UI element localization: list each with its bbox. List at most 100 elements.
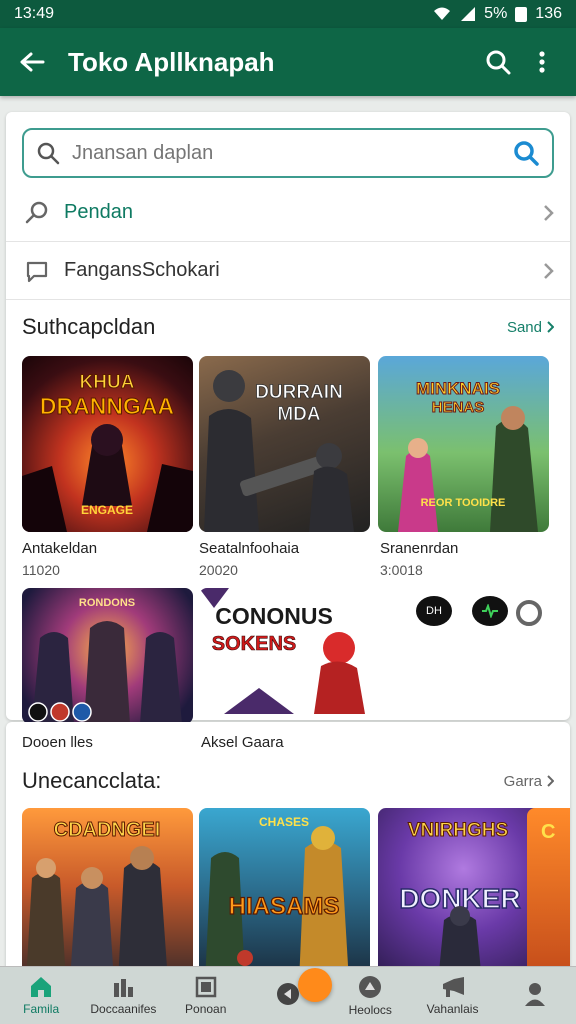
see-more-link[interactable]: Garra: [504, 773, 554, 790]
tile-subtext: 20020: [199, 562, 238, 578]
app-tile[interactable]: KHUA DRANNGAA ENGAGE: [22, 356, 193, 532]
list-row-fangans[interactable]: FangansSchokari: [6, 242, 570, 300]
art-title-line1: MINKNAIS: [416, 379, 500, 398]
tile-name: Dooen lles: [22, 734, 93, 751]
art-title-line2: DRANNGAA: [40, 393, 174, 419]
see-more-label: Sand: [506, 318, 542, 336]
back-button[interactable]: [12, 42, 52, 82]
art-title-line2: MDA: [277, 404, 321, 425]
app-tile[interactable]: CDADNGEI: [22, 808, 193, 982]
game-art: CONONUS SOKENS: [199, 588, 365, 714]
nav-item-heolocs[interactable]: Heolocs: [329, 967, 411, 1024]
tile-name: Antakeldan: [22, 540, 98, 557]
search-icon: [486, 50, 511, 75]
tile-name: Seatalnfoohaia: [199, 540, 300, 557]
nav-label: Vahanlais: [426, 1002, 479, 1016]
battery-icon: [515, 6, 528, 22]
game-art: DURRAIN MDA: [204, 370, 354, 532]
arrow-left-icon: [20, 52, 45, 72]
art-badge-text: CHASES: [259, 815, 309, 829]
search-submit-icon[interactable]: [512, 139, 540, 167]
app-tile[interactable]: CONONUS SOKENS: [199, 588, 370, 718]
app-bar: Toko Apllknapah: [0, 28, 576, 96]
notification-dot[interactable]: [298, 968, 332, 1002]
signal-icon: [461, 7, 476, 21]
loading-ring-icon: [516, 600, 542, 626]
nav-label: Doccaanifes: [90, 1002, 157, 1016]
box-icon: [195, 976, 216, 998]
art-title: CDADNGEI: [54, 819, 161, 841]
search-bar[interactable]: [22, 128, 554, 178]
see-more-link[interactable]: Sand: [507, 319, 554, 336]
search-input[interactable]: [72, 141, 512, 165]
art-figure-head: [408, 438, 428, 458]
section-title: Unecancclata:: [22, 768, 162, 793]
art-figure: [309, 466, 354, 532]
nav-label: Ponoan: [185, 1002, 227, 1016]
art-shape: [224, 688, 294, 714]
chevron-right-icon: [547, 321, 554, 333]
art-title: C: [541, 821, 555, 843]
game-art: VNIRHGHS DONKER: [399, 820, 521, 982]
home-icon: [31, 977, 52, 997]
art-figure-head: [501, 406, 525, 430]
art-subtitle: ENGAGE: [81, 503, 133, 517]
status-indicators: 5% 136: [432, 5, 562, 23]
store-card: Pendan FangansSchokari Suthcapcldan Sand…: [6, 112, 570, 724]
art-figure-head: [36, 858, 56, 878]
section-header: Unecancclata: Garra: [22, 768, 554, 794]
badge-icon: [237, 950, 253, 966]
chevron-right-icon: [547, 775, 554, 787]
badge-icon: [50, 702, 70, 722]
art-figure: [490, 418, 538, 532]
game-art: RONDONS: [28, 597, 182, 724]
status-bar: 13:49 5% 136: [0, 0, 576, 28]
battery-percent: 5%: [484, 5, 508, 22]
badge-icon: [72, 702, 92, 722]
art-figure-head: [311, 826, 335, 850]
art-title-line1: KHUA: [80, 372, 135, 393]
game-art: CDADNGEI: [26, 819, 168, 982]
status-right-time: 136: [535, 5, 562, 22]
art-figure-head: [213, 370, 245, 402]
search-icon: [37, 142, 60, 165]
badge-icon: [28, 702, 48, 722]
tile-name: Sranenrdan: [380, 540, 459, 557]
art-title-line1: DURRAIN: [255, 382, 343, 403]
tile-subtext: 3:0018: [380, 562, 423, 578]
chat-icon: [26, 261, 48, 282]
game-art: MINKNAIS HENAS REOR TOOIDRE: [398, 379, 538, 532]
nav-item-documents[interactable]: Doccaanifes: [82, 967, 164, 1024]
chip-badge[interactable]: DH: [416, 596, 452, 626]
nav-item-ponoan[interactable]: Ponoan: [165, 967, 247, 1024]
chevron-right-icon: [544, 204, 554, 221]
app-tile[interactable]: RONDONS: [22, 588, 193, 724]
app-tile[interactable]: VNIRHGHS DONKER: [378, 808, 549, 982]
nav-item-profile[interactable]: [494, 967, 576, 1024]
megaphone-icon: [442, 977, 464, 997]
art-figure-head: [81, 867, 103, 889]
chart-icon: [114, 979, 134, 997]
page-title: Toko Apllknapah: [68, 46, 275, 77]
art-figure-head: [130, 846, 154, 870]
search-button[interactable]: [476, 40, 520, 84]
section-header: Suthcapcldan Sand: [22, 314, 554, 340]
art-figure-head: [323, 632, 355, 664]
row-label: Pendan: [64, 201, 133, 223]
chip-badge[interactable]: [472, 596, 508, 626]
app-tile[interactable]: DURRAIN MDA: [199, 356, 370, 532]
more-apps-card: Dooen lles Aksel Gaara Unecancclata: Gar…: [6, 722, 570, 982]
app-tile[interactable]: MINKNAIS HENAS REOR TOOIDRE: [378, 356, 549, 532]
art-figure-head: [450, 906, 470, 926]
app-tile[interactable]: CHASES HIASAMS: [199, 808, 370, 982]
app-tile-partial[interactable]: C: [527, 808, 570, 982]
nav-item-home[interactable]: Famila: [0, 967, 82, 1024]
art-title-line1: CONONUS: [215, 603, 333, 629]
tile-subtext: 11020: [22, 562, 60, 578]
more-vert-icon: [539, 51, 545, 73]
list-row-pendan[interactable]: Pendan: [6, 184, 570, 242]
art-figure-head: [316, 443, 342, 469]
art-figure: [118, 860, 168, 982]
more-options-button[interactable]: [520, 40, 564, 84]
nav-item-vahanlais[interactable]: Vahanlais: [411, 967, 493, 1024]
